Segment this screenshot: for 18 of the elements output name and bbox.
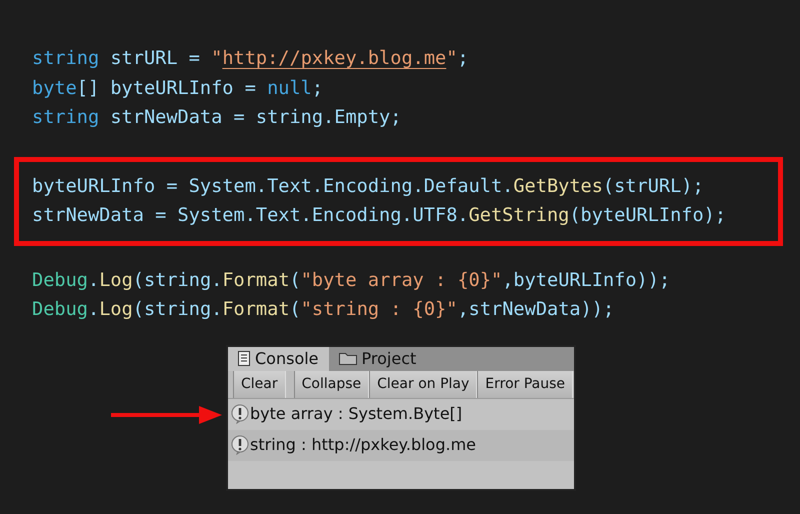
toolbar-button[interactable]: Collapse bbox=[294, 370, 370, 398]
code-line: string strNewData = string.Empty; bbox=[32, 106, 402, 130]
tab[interactable]: Project bbox=[328, 346, 426, 370]
document-icon bbox=[238, 351, 250, 366]
warning-icon bbox=[230, 404, 250, 424]
tab[interactable]: Console bbox=[228, 346, 329, 370]
warning-icon bbox=[230, 435, 250, 455]
toolbar-button[interactable]: Clear bbox=[233, 370, 286, 398]
code-line: Debug.Log(string.Format("string : {0}",strNewData)); bbox=[32, 298, 614, 322]
code-line: byteURLInfo = System.Text.Encoding.Default.GetBytes(strURL); bbox=[32, 174, 704, 198]
code-line: byte[] byteURLInfo = null; bbox=[32, 76, 324, 100]
code-line: string strURL = "http://pxkey.blog.me"; bbox=[32, 47, 469, 71]
code-line: Debug.Log(string.Format("byte array : {0}",byteURLInfo)); bbox=[32, 268, 670, 292]
log-entry[interactable]: byte array : System.Byte[] bbox=[250, 402, 462, 426]
toolbar-button[interactable]: Error Pause bbox=[477, 370, 574, 398]
toolbar-button[interactable]: Clear on Play bbox=[369, 370, 478, 398]
folder-icon bbox=[338, 352, 357, 365]
code-line: strNewData = System.Text.Encoding.UTF8.GetString(byteURLInfo); bbox=[32, 204, 726, 228]
